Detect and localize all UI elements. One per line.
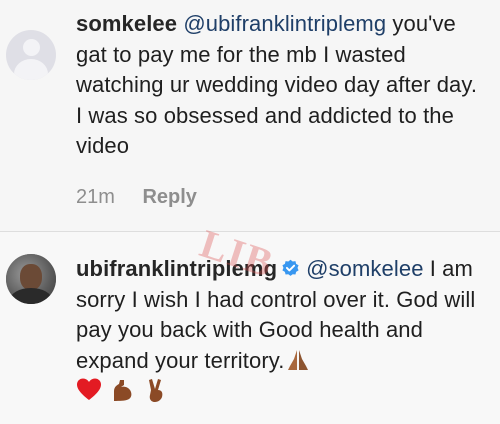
- profile-photo-avatar[interactable]: [6, 254, 56, 304]
- verified-badge-icon: [282, 259, 299, 276]
- comment-text: somkelee @ubifranklintriplemg you've gat…: [76, 9, 488, 162]
- reply-button[interactable]: Reply: [142, 186, 196, 208]
- comment-text: ubifranklintriplemg @somkelee I am sorry…: [76, 254, 488, 376]
- emoji-row: [76, 376, 170, 404]
- default-avatar-icon[interactable]: [6, 30, 56, 80]
- comment-mention[interactable]: @ubifranklintriplemg: [183, 11, 386, 36]
- flexed-biceps-emoji: [114, 380, 132, 401]
- comment-somkelee: somkelee @ubifranklintriplemg you've gat…: [0, 0, 500, 232]
- victory-hand-emoji: [149, 379, 163, 402]
- red-heart-emoji: [77, 378, 101, 400]
- comment-mention[interactable]: @somkelee: [306, 256, 423, 281]
- comment-username[interactable]: somkelee: [76, 11, 177, 36]
- comment-meta: 21m Reply: [76, 186, 197, 209]
- praying-hands-emoji: [288, 349, 309, 370]
- comment-time: 21m: [76, 186, 115, 208]
